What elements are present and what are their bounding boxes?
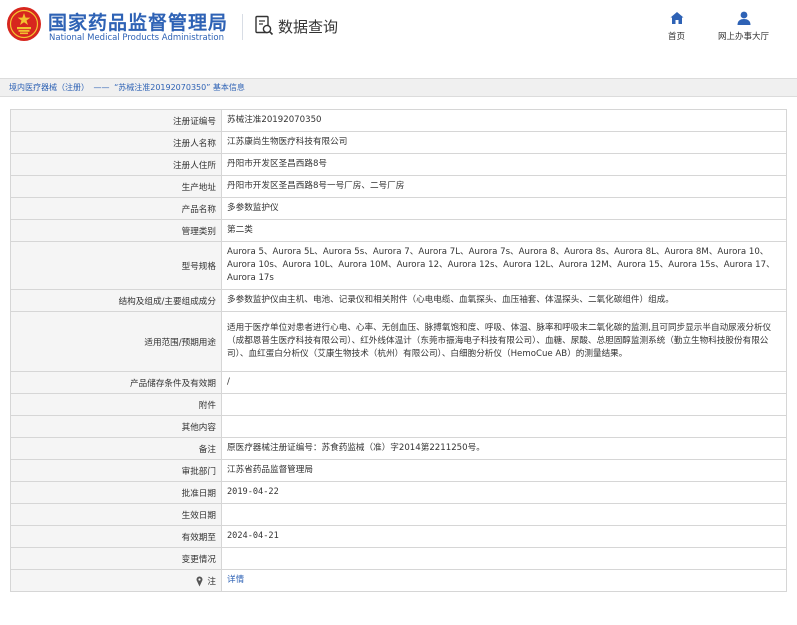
details-link[interactable]: 详情 <box>227 575 244 585</box>
field-label: 适用范围/预期用途 <box>10 311 222 372</box>
table-row: 结构及组成/主要组成成分 多参数监护仪由主机、电池、记录仪和相关附件（心电电缆、… <box>10 289 787 312</box>
field-label: 注册人名称 <box>10 131 222 154</box>
field-value: 丹阳市开发区圣昌西路8号 <box>221 153 787 176</box>
field-value: 江苏省药品监督管理局 <box>221 459 787 482</box>
field-label: 变更情况 <box>10 547 222 570</box>
field-label: 备注 <box>10 437 222 460</box>
breadcrumb-current: 基本信息 <box>212 83 245 92</box>
table-row: 生效日期 <box>10 503 787 526</box>
table-row: 批准日期 2019-04-22 <box>10 481 787 504</box>
field-value: / <box>221 371 787 394</box>
field-value: 苏械注准20192070350 <box>221 109 787 132</box>
field-label: 注册人住所 <box>10 153 222 176</box>
field-value: 丹阳市开发区圣昌西路8号一号厂房、二号厂房 <box>221 175 787 198</box>
table-row: 审批部门 江苏省药品监督管理局 <box>10 459 787 482</box>
field-value: 江苏康尚生物医疗科技有限公司 <box>221 131 787 154</box>
field-value-cell: 详情 <box>221 569 787 592</box>
field-value: 2019-04-22 <box>221 481 787 504</box>
breadcrumb-separator: —— <box>93 83 110 92</box>
table-row: 型号规格 Aurora 5、Aurora 5L、Aurora 5s、Aurora… <box>10 241 787 290</box>
field-label: 结构及组成/主要组成成分 <box>10 289 222 312</box>
nav-online-service[interactable]: 网上办事大厅 <box>718 10 769 42</box>
table-row: 管理类别 第二类 <box>10 219 787 242</box>
field-value: 2024-04-21 <box>221 525 787 548</box>
table-row: 适用范围/预期用途 适用于医疗单位对患者进行心电、心率、无创血压、脉搏氧饱和度、… <box>10 311 787 372</box>
field-label: 生产地址 <box>10 175 222 198</box>
nav-home-label: 首页 <box>668 32 686 42</box>
table-row: 注册证编号 苏械注准20192070350 <box>10 109 787 132</box>
field-value: 多参数监护仪由主机、电池、记录仪和相关附件（心电电缆、血氧探头、血压袖套、体温探… <box>221 289 787 312</box>
brand-name-en: National Medical Products Administration <box>49 33 224 43</box>
brand-name-cn: 国家药品监督管理局 <box>48 12 229 34</box>
table-row: 产品名称 多参数监护仪 <box>10 197 787 220</box>
user-icon <box>737 11 750 25</box>
breadcrumb-category-link[interactable]: 境内医疗器械（注册） <box>9 83 89 92</box>
field-label: 型号规格 <box>10 241 222 290</box>
field-label: 注册证编号 <box>10 109 222 132</box>
table-row: 生产地址 丹阳市开发区圣昌西路8号一号厂房、二号厂房 <box>10 175 787 198</box>
detail-table: 注册证编号 苏械注准20192070350 注册人名称 江苏康尚生物医疗科技有限… <box>10 109 787 592</box>
field-label: 批准日期 <box>10 481 222 504</box>
field-label: 其他内容 <box>10 415 222 438</box>
header-divider <box>242 14 243 40</box>
field-value: 原医疗器械注册证编号：苏食药监械（准）字2014第2211250号。 <box>221 437 787 460</box>
field-value: Aurora 5、Aurora 5L、Aurora 5s、Aurora 7、Au… <box>221 241 787 290</box>
header: 国家药品监督管理局 National Medical Products Admi… <box>0 0 797 56</box>
field-label: 有效期至 <box>10 525 222 548</box>
table-row: 产品储存条件及有效期 / <box>10 371 787 394</box>
table-row: 变更情况 <box>10 547 787 570</box>
note-label-cell: 注 <box>10 569 222 592</box>
table-row: 注册人名称 江苏康尚生物医疗科技有限公司 <box>10 131 787 154</box>
field-value <box>221 415 787 438</box>
field-label: 注 <box>207 576 216 587</box>
breadcrumb: 境内医疗器械（注册） —— “苏械注准20192070350” 基本信息 <box>0 78 797 97</box>
table-row: 附件 <box>10 393 787 416</box>
field-label: 审批部门 <box>10 459 222 482</box>
table-row: 其他内容 <box>10 415 787 438</box>
data-query-title: 数据查询 <box>254 14 338 38</box>
nav-online-label: 网上办事大厅 <box>718 32 770 42</box>
pin-icon <box>196 576 203 586</box>
table-row: 有效期至 2024-04-21 <box>10 525 787 548</box>
field-label: 产品储存条件及有效期 <box>10 371 222 394</box>
field-value <box>221 503 787 526</box>
field-label: 生效日期 <box>10 503 222 526</box>
field-value: 适用于医疗单位对患者进行心电、心率、无创血压、脉搏氧饱和度、呼吸、体温、脉率和呼… <box>221 311 787 372</box>
document-search-icon <box>255 15 274 36</box>
home-icon <box>670 12 683 24</box>
nav-home[interactable]: 首页 <box>668 10 685 42</box>
table-row: 注册人住所 丹阳市开发区圣昌西路8号 <box>10 153 787 176</box>
table-row: 注 详情 <box>10 569 787 592</box>
field-label: 管理类别 <box>10 219 222 242</box>
query-title-label: 数据查询 <box>278 17 339 36</box>
field-label: 附件 <box>10 393 222 416</box>
field-value: 第二类 <box>221 219 787 242</box>
field-value <box>221 547 787 570</box>
field-value: 多参数监护仪 <box>221 197 787 220</box>
national-emblem-icon <box>7 7 41 41</box>
table-row: 备注 原医疗器械注册证编号：苏食药监械（准）字2014第2211250号。 <box>10 437 787 460</box>
field-value <box>221 393 787 416</box>
field-label: 产品名称 <box>10 197 222 220</box>
breadcrumb-record: “苏械注准20192070350” <box>114 83 211 92</box>
